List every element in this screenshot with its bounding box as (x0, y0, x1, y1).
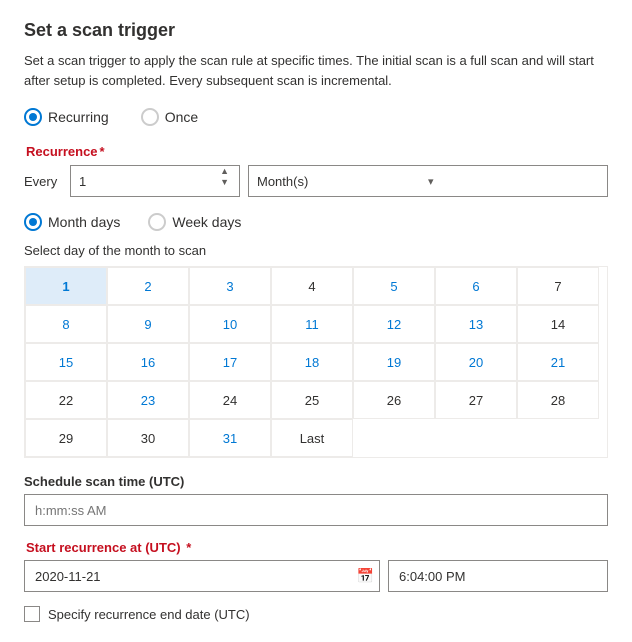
calendar-cell[interactable]: 26 (353, 381, 435, 419)
week-days-radio[interactable]: Week days (148, 213, 241, 231)
start-recurrence-label: Start recurrence at (UTC) * (24, 540, 608, 555)
month-days-label: Month days (48, 214, 120, 230)
calendar-row: 22232425262728 (25, 381, 607, 419)
end-date-row: Specify recurrence end date (UTC) (24, 606, 608, 622)
calendar-cell-empty (353, 419, 435, 457)
calendar-cell[interactable]: 19 (353, 343, 435, 381)
start-time-input[interactable] (388, 560, 608, 592)
period-select[interactable]: Month(s) ▾ (248, 165, 608, 197)
calendar-header-label: Select day of the month to scan (24, 243, 608, 258)
start-date-input[interactable] (24, 560, 380, 592)
recurring-radio[interactable]: Recurring (24, 108, 109, 126)
spin-down-button[interactable]: ▼ (218, 177, 231, 188)
chevron-down-icon: ▾ (428, 175, 599, 188)
calendar-cell[interactable]: 8 (25, 305, 107, 343)
calendar-grid: 1234567891011121314151617181920212223242… (24, 266, 608, 458)
page-description: Set a scan trigger to apply the scan rul… (24, 51, 608, 90)
calendar-cell[interactable]: 12 (353, 305, 435, 343)
calendar-row: 1234567 (25, 267, 607, 305)
calendar-cell[interactable]: 30 (107, 419, 189, 457)
calendar-cell-empty (517, 419, 599, 457)
recurring-radio-circle (24, 108, 42, 126)
calendar-cell[interactable]: 13 (435, 305, 517, 343)
calendar-cell[interactable]: 22 (25, 381, 107, 419)
calendar-cell[interactable]: Last (271, 419, 353, 457)
calendar-cell[interactable]: 9 (107, 305, 189, 343)
start-recurrence-row: 📅 (24, 560, 608, 592)
schedule-scan-time-input[interactable] (24, 494, 608, 526)
calendar-cell[interactable]: 21 (517, 343, 599, 381)
calendar-row: 15161718192021 (25, 343, 607, 381)
calendar-cell[interactable]: 7 (517, 267, 599, 305)
calendar-cell[interactable]: 6 (435, 267, 517, 305)
week-days-radio-circle (148, 213, 166, 231)
calendar-cell[interactable]: 27 (435, 381, 517, 419)
calendar-cell[interactable]: 24 (189, 381, 271, 419)
calendar-cell[interactable]: 1 (25, 267, 107, 305)
spin-up-button[interactable]: ▲ (218, 166, 231, 177)
once-radio[interactable]: Once (141, 108, 198, 126)
once-radio-circle (141, 108, 159, 126)
calendar-icon-button[interactable]: 📅 (357, 568, 374, 585)
schedule-scan-time-label: Schedule scan time (UTC) (24, 474, 608, 489)
calendar-row: 293031Last (25, 419, 607, 457)
every-label: Every (24, 174, 62, 189)
end-date-checkbox[interactable] (24, 606, 40, 622)
calendar-cell[interactable]: 4 (271, 267, 353, 305)
calendar-cell[interactable]: 10 (189, 305, 271, 343)
calendar-cell[interactable]: 16 (107, 343, 189, 381)
calendar-cell-empty (435, 419, 517, 457)
month-days-radio[interactable]: Month days (24, 213, 120, 231)
page-title: Set a scan trigger (24, 20, 608, 41)
once-label: Once (165, 109, 198, 125)
calendar-cell[interactable]: 31 (189, 419, 271, 457)
month-days-radio-circle (24, 213, 42, 231)
calendar-cell[interactable]: 18 (271, 343, 353, 381)
calendar-cell[interactable]: 5 (353, 267, 435, 305)
schedule-scan-time-group: Schedule scan time (UTC) (24, 474, 608, 526)
calendar-cell[interactable]: 29 (25, 419, 107, 457)
calendar-cell[interactable]: 2 (107, 267, 189, 305)
calendar-cell[interactable]: 25 (271, 381, 353, 419)
calendar-cell[interactable]: 3 (189, 267, 271, 305)
calendar-cell[interactable]: 17 (189, 343, 271, 381)
calendar-row: 891011121314 (25, 305, 607, 343)
spin-buttons: ▲ ▼ (218, 166, 231, 196)
every-number-input[interactable] (79, 174, 218, 189)
start-recurrence-group: Start recurrence at (UTC) * 📅 (24, 540, 608, 592)
calendar-cell[interactable]: 28 (517, 381, 599, 419)
recurrence-row: Every ▲ ▼ Month(s) ▾ (24, 165, 608, 197)
calendar-cell[interactable]: 23 (107, 381, 189, 419)
period-selected-value: Month(s) (257, 174, 428, 189)
day-type-group: Month days Week days (24, 213, 608, 231)
calendar-cell[interactable]: 20 (435, 343, 517, 381)
trigger-type-group: Recurring Once (24, 108, 608, 126)
calendar-cell[interactable]: 11 (271, 305, 353, 343)
end-date-label[interactable]: Specify recurrence end date (UTC) (48, 607, 250, 622)
recurring-label: Recurring (48, 109, 109, 125)
date-input-wrapper: 📅 (24, 560, 380, 592)
calendar-cell[interactable]: 15 (25, 343, 107, 381)
recurrence-label: Recurrence* (24, 144, 608, 159)
calendar-cell[interactable]: 14 (517, 305, 599, 343)
every-input-wrapper: ▲ ▼ (70, 165, 240, 197)
week-days-label: Week days (172, 214, 241, 230)
